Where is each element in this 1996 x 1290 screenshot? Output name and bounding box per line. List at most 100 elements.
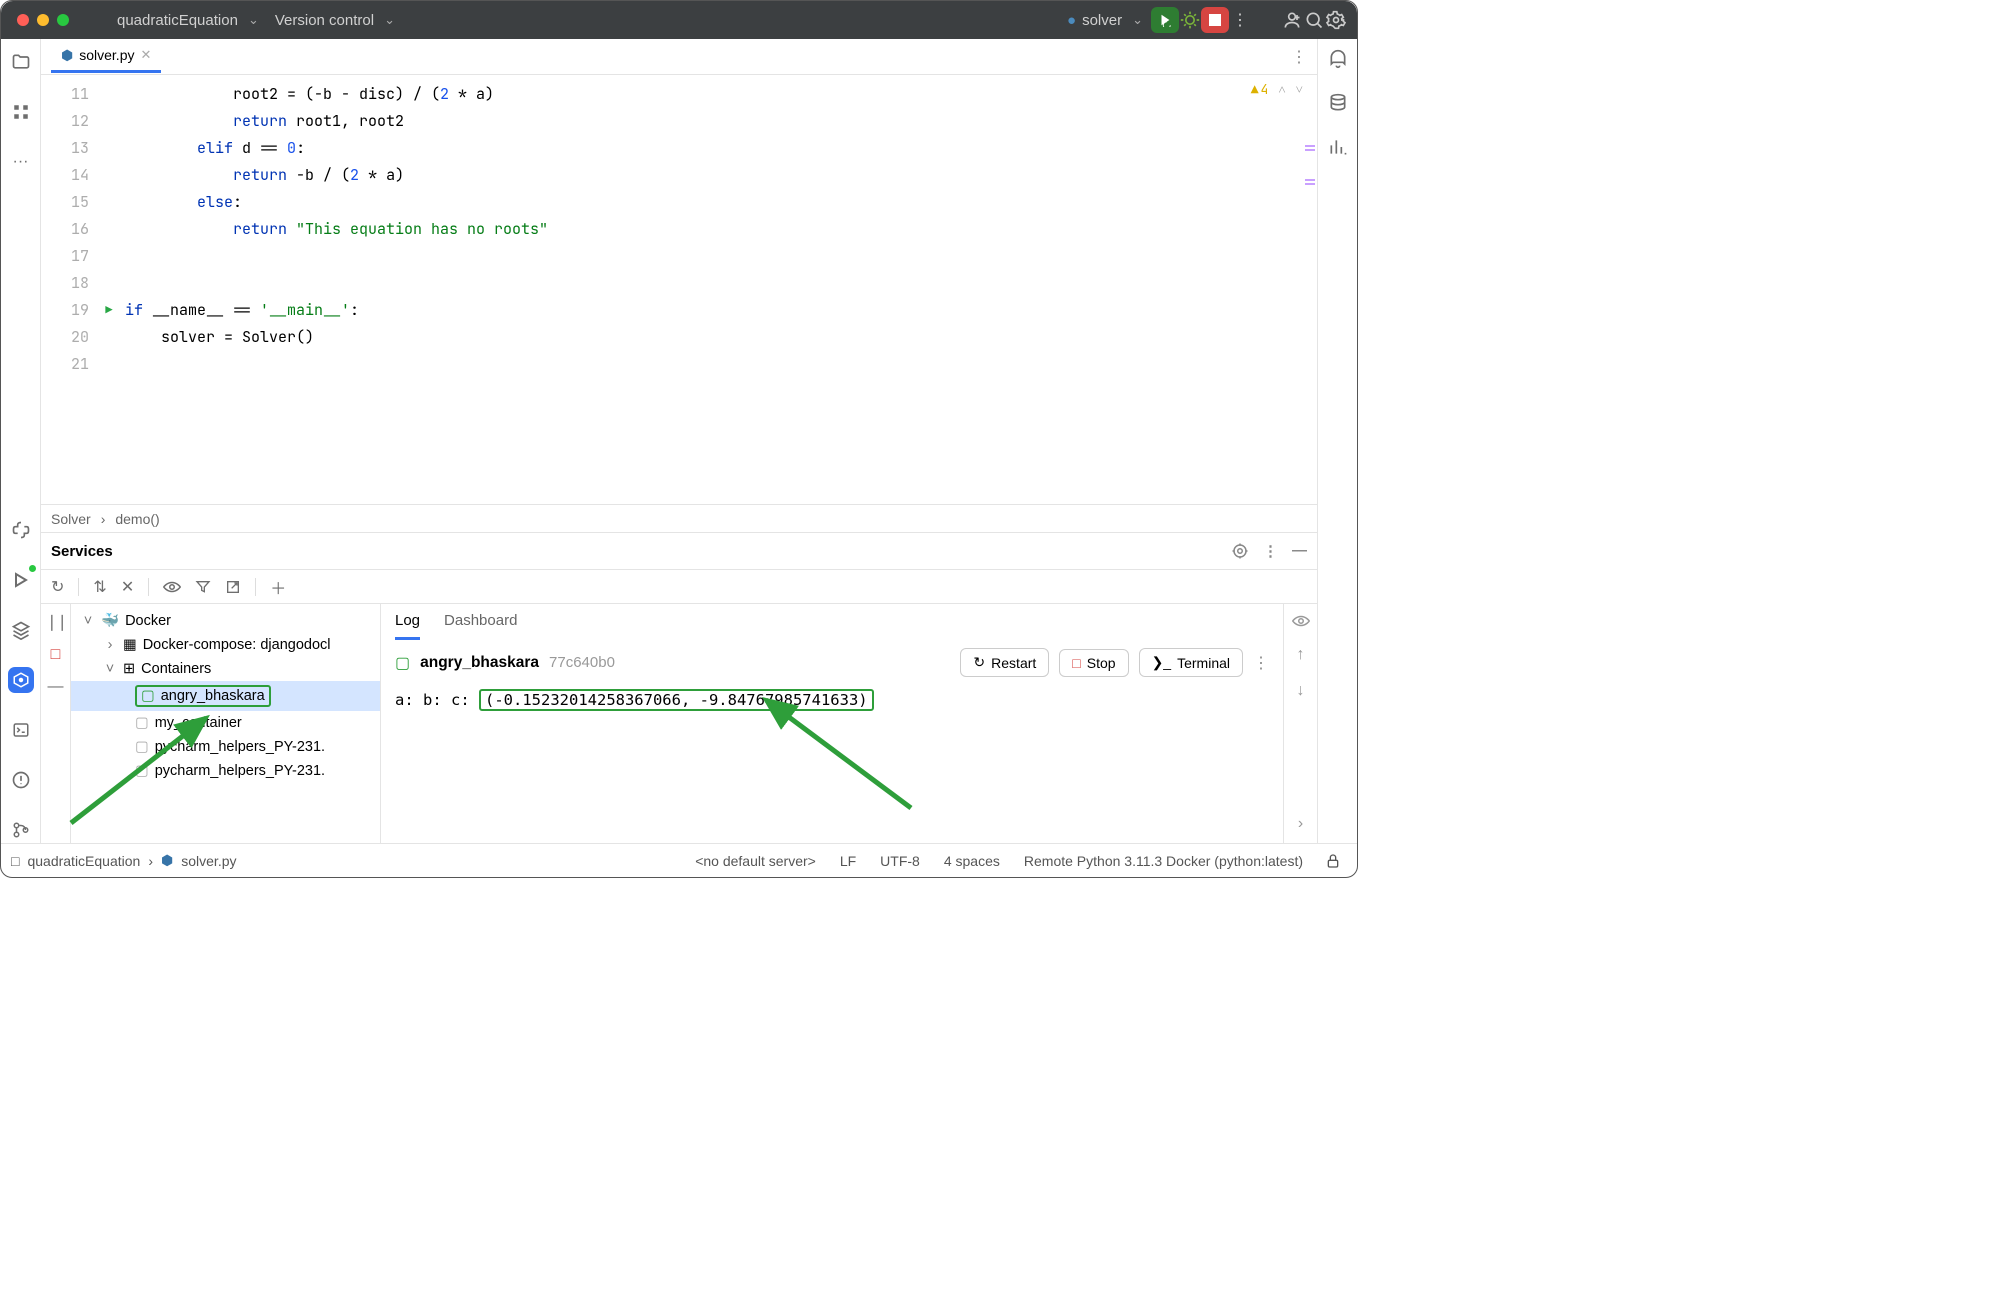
tree-compose-label: Docker-compose: djangodocl: [143, 637, 331, 653]
view-icon[interactable]: [1292, 614, 1310, 628]
breadcrumbs[interactable]: Solver › demo(): [41, 504, 1317, 532]
settings-icon[interactable]: [1325, 9, 1347, 31]
breadcrumb-method[interactable]: demo(): [115, 511, 159, 527]
open-icon[interactable]: [225, 579, 241, 595]
status-file[interactable]: solver.py: [181, 853, 236, 869]
tree-compose[interactable]: › ▦ Docker-compose: djangodocl: [71, 633, 380, 657]
container-name: pycharm_helpers_PY-231.: [155, 739, 325, 755]
run-tool-icon[interactable]: [8, 567, 34, 593]
tree-docker-root[interactable]: ˅ 🐳 Docker: [71, 608, 380, 633]
tree-container-item[interactable]: ▢ pycharm_helpers_PY-231.: [71, 759, 380, 783]
status-line-ending[interactable]: LF: [832, 853, 864, 869]
services-tool-icon[interactable]: [8, 667, 34, 693]
tree-container-item[interactable]: ▢ my_container: [71, 711, 380, 735]
stop-button[interactable]: [1201, 7, 1229, 33]
zoom-window[interactable]: [57, 14, 69, 26]
notifications-icon[interactable]: [1328, 49, 1348, 69]
project-dropdown[interactable]: quadraticEquation: [109, 8, 267, 33]
tree-container-item[interactable]: ▢ angry_bhaskara: [71, 681, 380, 711]
container-stopped-icon: ▢: [135, 739, 149, 755]
tree-container-item[interactable]: ▢ pycharm_helpers_PY-231.: [71, 735, 380, 759]
terminal-button[interactable]: ❯_Terminal: [1139, 648, 1243, 677]
stop-label: Stop: [1087, 655, 1116, 671]
layers-tool-icon[interactable]: [8, 617, 34, 643]
more-tools-icon[interactable]: ···: [8, 149, 34, 175]
code-with-me-icon[interactable]: [1281, 9, 1303, 31]
project-tool-icon[interactable]: [8, 49, 34, 75]
run-button[interactable]: [1151, 7, 1179, 33]
status-server[interactable]: <no default server>: [687, 853, 824, 869]
breadcrumb-class[interactable]: Solver: [51, 511, 91, 527]
editor-inspections[interactable]: ▲4 ˄ ˅: [1251, 81, 1303, 98]
warning-indicator[interactable]: ▲4: [1251, 81, 1269, 98]
tab-log[interactable]: Log: [395, 612, 420, 640]
next-highlight-icon[interactable]: ˅: [1296, 81, 1303, 98]
show-icon[interactable]: [163, 580, 181, 594]
containers-icon: ⊞: [123, 661, 135, 677]
detail-more-icon[interactable]: ⋮: [1253, 653, 1269, 673]
tree-containers[interactable]: ˅ ⊞ Containers: [71, 657, 380, 681]
terminal-tool-icon[interactable]: [8, 717, 34, 743]
code-area[interactable]: root2 = (-b - disc) / (2 * a) return roo…: [121, 75, 548, 504]
file-tab[interactable]: ⬢ solver.py ✕: [51, 41, 161, 73]
restart-label: Restart: [991, 655, 1036, 671]
left-toolbar: ···: [1, 39, 41, 843]
log-output[interactable]: a: b: c: (-0.15232014258367066, -9.84767…: [381, 685, 1283, 715]
chevron-down-icon: ˅: [81, 613, 95, 629]
code-editor[interactable]: 1112131415161718192021 ▶ root2 = (-b - d…: [41, 75, 1317, 504]
status-interpreter[interactable]: Remote Python 3.11.3 Docker (python:late…: [1016, 853, 1311, 869]
more-actions-icon[interactable]: ⋮: [1229, 9, 1251, 31]
status-project[interactable]: quadraticEquation: [27, 853, 140, 869]
close-window[interactable]: [17, 14, 29, 26]
log-side-controls: ↑ ↓ ›: [1283, 604, 1317, 843]
minus-icon[interactable]: —: [48, 678, 64, 696]
line-numbers: 1112131415161718192021: [41, 75, 97, 504]
git-tool-icon[interactable]: [8, 817, 34, 843]
remove-icon[interactable]: ✕: [121, 577, 134, 597]
debug-button[interactable]: [1179, 9, 1201, 31]
expand-collapse-icon[interactable]: ⇅: [93, 577, 106, 597]
scroll-up-icon[interactable]: ↑: [1297, 646, 1305, 664]
problems-tool-icon[interactable]: [8, 767, 34, 793]
stop-container-button[interactable]: □ Stop: [1059, 649, 1128, 677]
stop-icon: □: [1072, 655, 1080, 671]
tab-dashboard[interactable]: Dashboard: [444, 612, 517, 640]
status-indent[interactable]: 4 spaces: [936, 853, 1008, 869]
services-more-icon[interactable]: ⋮: [1263, 542, 1278, 560]
pause-icon[interactable]: ❘❘: [45, 612, 66, 632]
detail-container-hash: 77c640b0: [549, 654, 615, 671]
add-icon[interactable]: ＋: [270, 575, 286, 599]
breadcrumb-separator: ›: [148, 853, 153, 869]
hide-panel-icon[interactable]: —: [1292, 542, 1307, 560]
stop-square-icon[interactable]: □: [51, 646, 61, 664]
detail-container-name: angry_bhaskara: [420, 654, 539, 672]
warning-count: 4: [1261, 81, 1269, 98]
minimize-window[interactable]: [37, 14, 49, 26]
analytics-icon[interactable]: [1328, 137, 1348, 157]
target-icon[interactable]: [1231, 542, 1249, 560]
status-encoding[interactable]: UTF-8: [872, 853, 928, 869]
expand-right-icon[interactable]: ›: [1298, 815, 1303, 833]
search-icon[interactable]: [1303, 9, 1325, 31]
restart-icon: ↻: [973, 654, 985, 671]
error-stripe[interactable]: [1307, 75, 1317, 504]
filter-icon[interactable]: [195, 579, 211, 595]
status-expand-icon[interactable]: □: [11, 853, 19, 869]
structure-tool-icon[interactable]: [8, 99, 34, 125]
close-tab-icon[interactable]: ✕: [140, 47, 151, 63]
run-config-name: solver: [1082, 12, 1122, 29]
python-console-icon[interactable]: [8, 517, 34, 543]
lock-icon[interactable]: [1319, 853, 1347, 869]
run-config-dropdown[interactable]: ● solver: [1059, 8, 1151, 33]
vcs-dropdown[interactable]: Version control: [267, 8, 403, 33]
refresh-icon[interactable]: ↻: [51, 577, 64, 597]
container-running-icon: ▢: [141, 688, 155, 704]
prev-highlight-icon[interactable]: ˄: [1278, 81, 1285, 98]
database-icon[interactable]: [1328, 93, 1348, 113]
tabs-more-icon[interactable]: ⋮: [1291, 47, 1307, 67]
container-detail: Log Dashboard ▢ angry_bhaskara 77c640b0 …: [381, 604, 1283, 843]
scroll-down-icon[interactable]: ↓: [1297, 682, 1305, 700]
docker-tree[interactable]: ˅ 🐳 Docker › ▦ Docker-compose: djangodoc…: [71, 604, 381, 843]
terminal-icon: ❯_: [1152, 654, 1172, 671]
restart-button[interactable]: ↻ Restart: [960, 648, 1049, 677]
